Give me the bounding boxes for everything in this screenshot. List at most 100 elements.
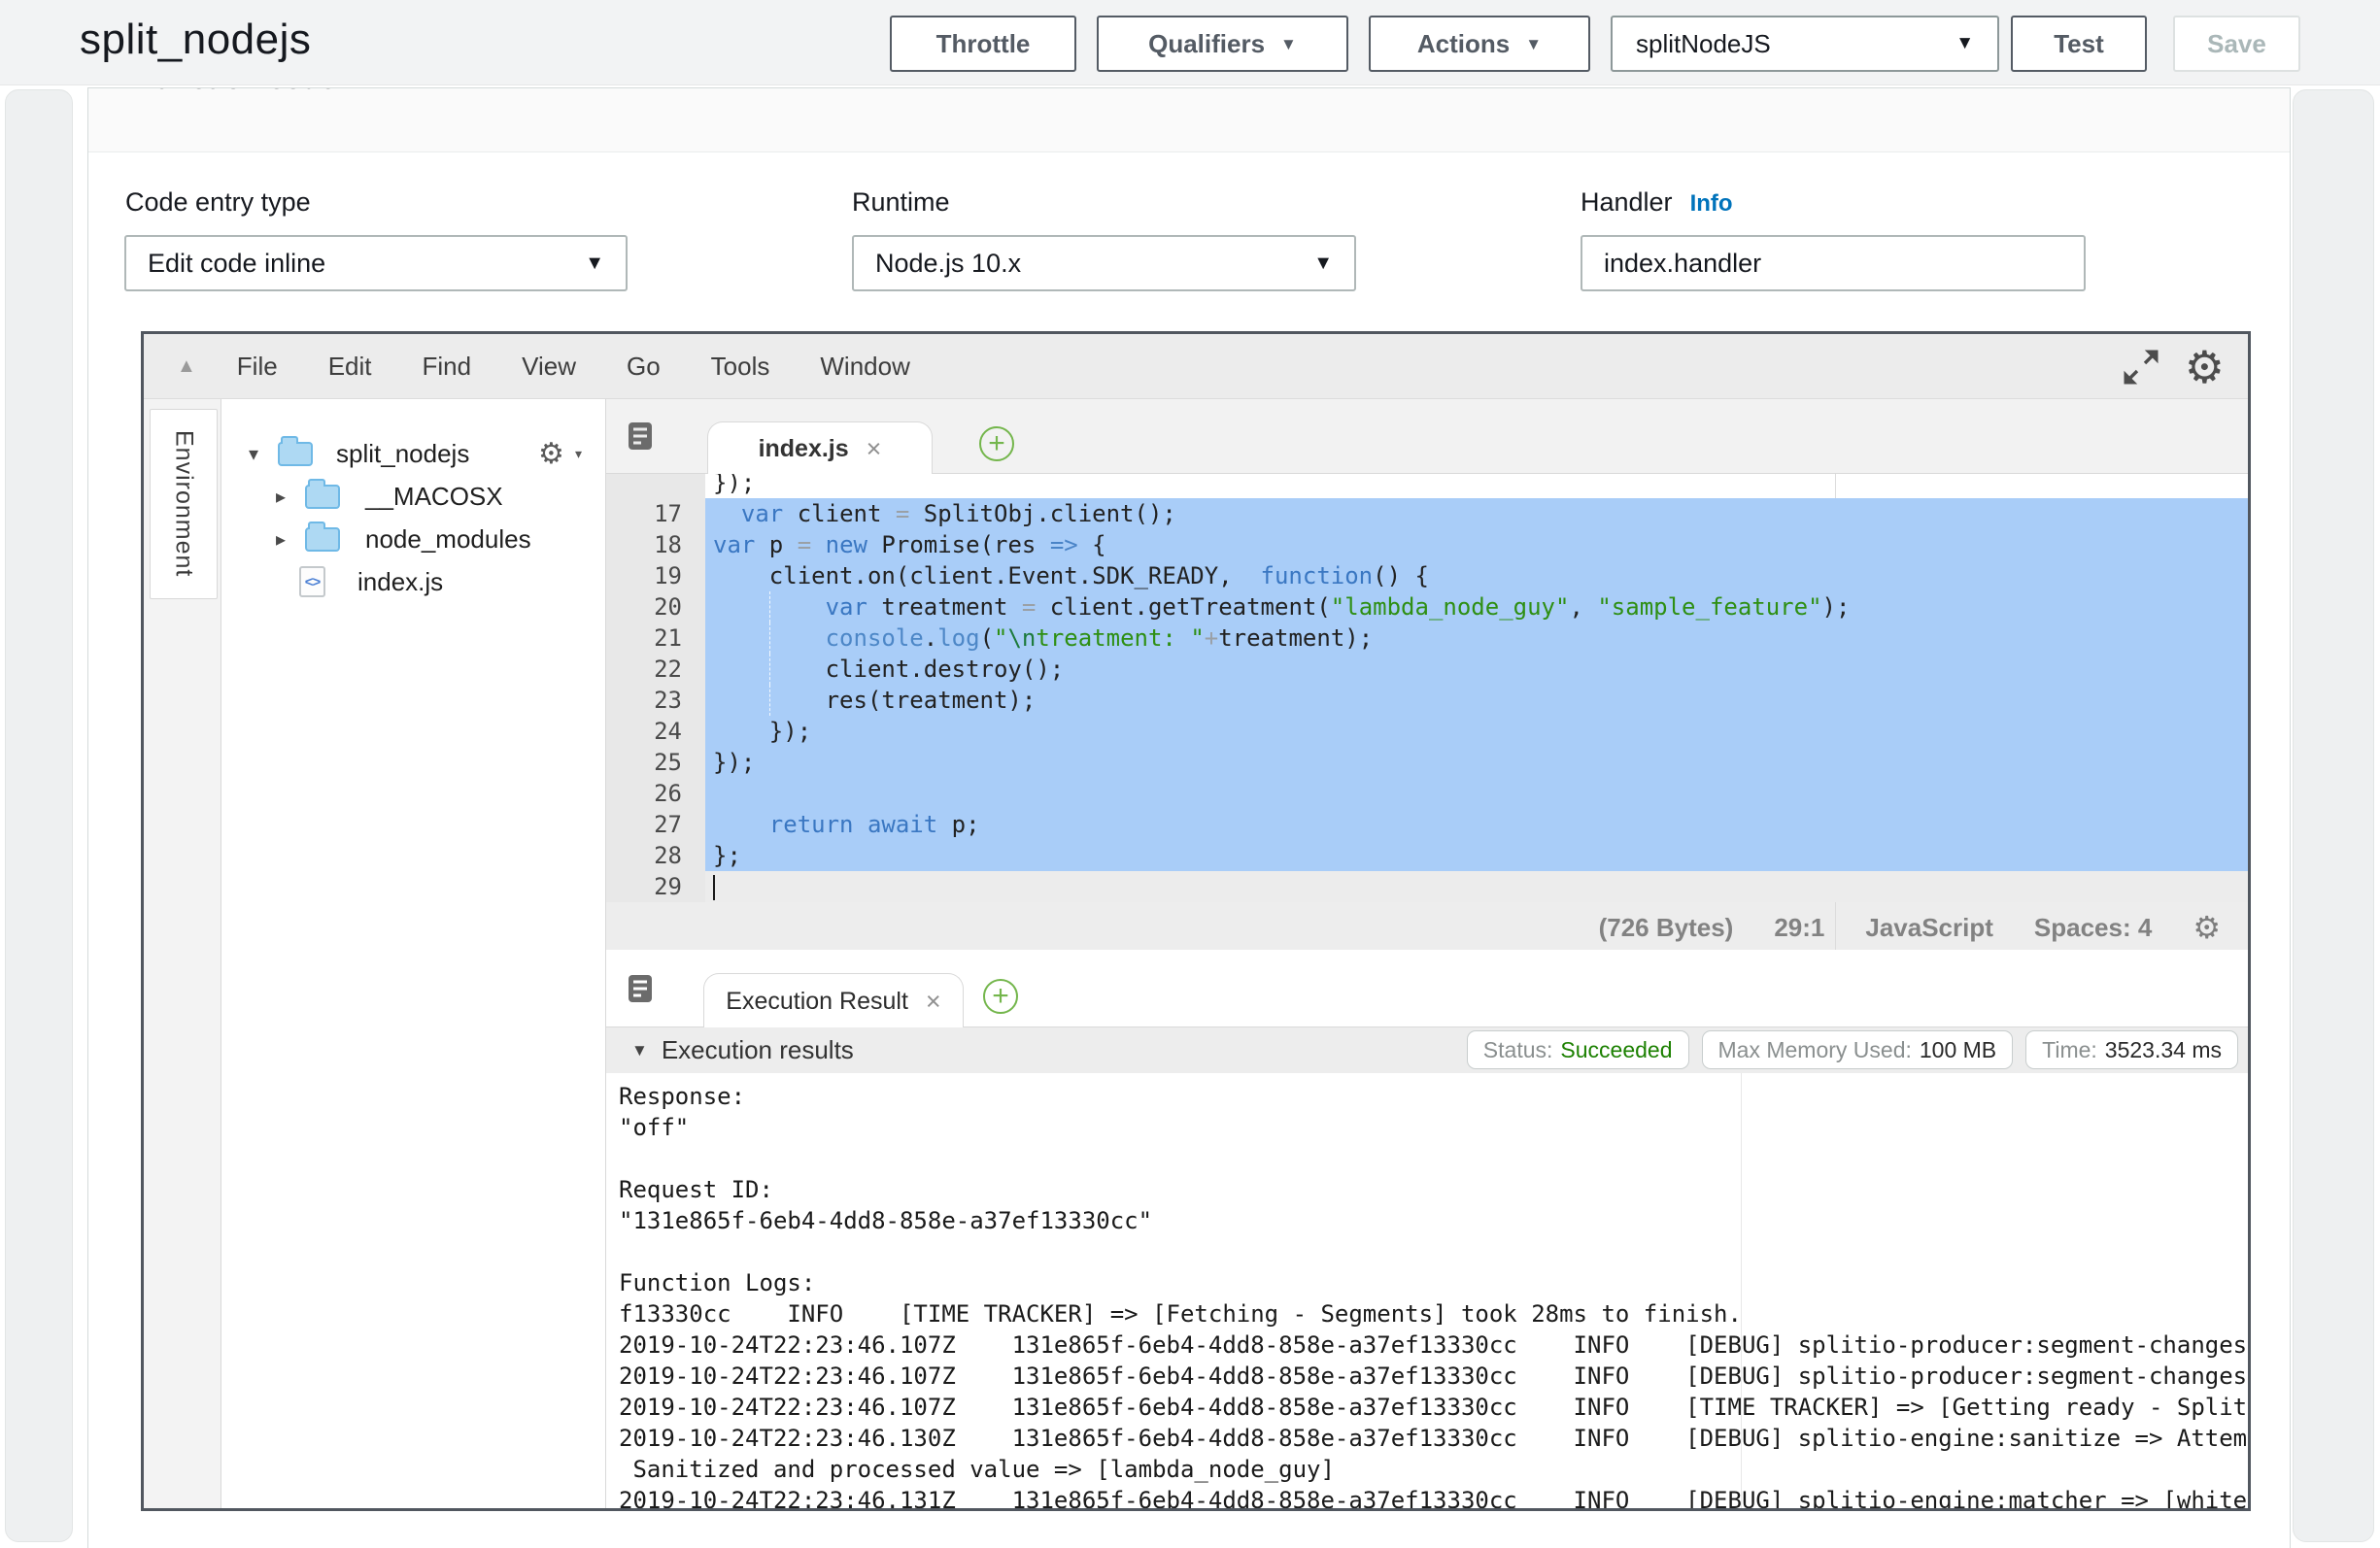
code-line[interactable]: 23 res(treatment);: [606, 685, 2248, 716]
editor-menubar: ▲ File Edit Find View Go Tools Window ⚙: [144, 334, 2248, 399]
caret-down-icon: ▼: [1955, 33, 1974, 54]
card-heading-text: Function code: [137, 88, 336, 100]
new-tab-button[interactable]: +: [979, 426, 1014, 461]
menu-item-find[interactable]: Find: [423, 352, 472, 382]
tree-item-node-modules[interactable]: ▸ node_modules: [221, 518, 605, 560]
function-name-title: split_nodejs: [80, 16, 311, 64]
language-status[interactable]: JavaScript: [1865, 913, 1993, 943]
code-line[interactable]: 27 return await p;: [606, 809, 2248, 840]
menu-item-edit[interactable]: Edit: [328, 352, 372, 382]
right-page-gutter[interactable]: [2293, 89, 2374, 1542]
handler-input[interactable]: index.handler: [1581, 235, 2086, 291]
qualifiers-button[interactable]: Qualifiers ▼: [1097, 16, 1348, 72]
menu-item-tools[interactable]: Tools: [711, 352, 770, 382]
code-line[interactable]: 28};: [606, 840, 2248, 871]
code-line[interactable]: 20 var treatment = client.getTreatment("…: [606, 591, 2248, 623]
code-line[interactable]: });: [606, 474, 2248, 498]
tab-list-icon[interactable]: [626, 973, 657, 1004]
code-entry-type-value: Edit code inline: [148, 249, 325, 279]
menu-item-window[interactable]: Window: [820, 352, 909, 382]
handler-info-link[interactable]: Info: [1690, 190, 1733, 217]
tree-collapse-icon[interactable]: ▸: [276, 485, 286, 509]
tree-expand-icon[interactable]: ▾: [249, 442, 258, 466]
log-line: "131e865f-6eb4-4dd8-858e-a37ef13330cc": [619, 1205, 2248, 1236]
runtime-select[interactable]: Node.js 10.x ▼: [852, 235, 1356, 291]
save-button[interactable]: Save: [2173, 16, 2300, 72]
code-entry-type-select[interactable]: Edit code inline ▼: [124, 235, 628, 291]
tab-execution-result[interactable]: Execution Result ×: [703, 973, 964, 1028]
line-number: 25: [606, 747, 705, 778]
code-line[interactable]: 18var p = new Promise(res => {: [606, 529, 2248, 560]
tab-indexjs[interactable]: index.js ×: [707, 421, 933, 475]
fullscreen-icon[interactable]: [2123, 349, 2159, 386]
code-line[interactable]: 26: [606, 778, 2248, 809]
tab-label: index.js: [759, 435, 849, 463]
line-number: 20: [606, 591, 705, 623]
line-number: 27: [606, 809, 705, 840]
log-line: 2019-10-24T22:23:46.107Z 131e865f-6eb4-4…: [619, 1361, 2248, 1392]
test-event-select-value: splitNodeJS: [1636, 29, 1771, 59]
tree-item-label: split_nodejs: [336, 439, 469, 469]
code-tabbar: index.js × +: [606, 399, 2248, 474]
new-tab-button[interactable]: +: [983, 979, 1018, 1014]
code-line[interactable]: 21 console.log("\ntreatment: "+treatment…: [606, 623, 2248, 654]
close-icon[interactable]: ×: [867, 434, 882, 464]
test-button[interactable]: Test: [2011, 16, 2147, 72]
handler-label: HandlerInfo: [1581, 187, 1733, 218]
line-number: [606, 474, 705, 498]
log-line: [619, 1236, 2248, 1267]
throttle-button[interactable]: Throttle: [890, 16, 1076, 72]
line-number: 28: [606, 840, 705, 871]
code-line[interactable]: 29: [606, 871, 2248, 902]
test-event-select[interactable]: splitNodeJS ▼: [1611, 16, 1999, 72]
badge-label: Time:: [2042, 1037, 2097, 1063]
tree-item-macosx[interactable]: ▸ __MACOSX: [221, 475, 605, 518]
environment-strip: Environment: [144, 399, 221, 1508]
save-button-label: Save: [2207, 29, 2266, 59]
code-entry-type-label: Code entry type: [125, 187, 311, 218]
statusbar-gear-icon[interactable]: ⚙: [2193, 909, 2221, 946]
tree-item-indexjs[interactable]: <> index.js: [221, 560, 605, 603]
line-number: 17: [606, 498, 705, 529]
tree-item-label: node_modules: [365, 524, 531, 555]
badge-value: 100 MB: [1920, 1037, 1996, 1063]
caret-down-icon: ▼: [1525, 36, 1542, 52]
tree-item-label: __MACOSX: [365, 482, 503, 512]
menu-item-view[interactable]: View: [522, 352, 576, 382]
test-button-label: Test: [2054, 29, 2104, 59]
cursor-position-status[interactable]: 29:1: [1774, 913, 1824, 943]
code-line[interactable]: 22 client.destroy();: [606, 654, 2248, 685]
log-line: Request ID:: [619, 1174, 2248, 1205]
menu-item-go[interactable]: Go: [627, 352, 661, 382]
code-area[interactable]: });17 var client = SplitObj.client();18v…: [606, 474, 2248, 950]
log-line: Function Logs:: [619, 1267, 2248, 1298]
code-line[interactable]: 24 });: [606, 716, 2248, 747]
line-number: 19: [606, 560, 705, 591]
line-number: 21: [606, 623, 705, 654]
editor-settings-gear-icon[interactable]: ⚙: [2185, 341, 2225, 393]
log-line: 2019-10-24T22:23:46.107Z 131e865f-6eb4-4…: [619, 1329, 2248, 1361]
memory-badge: Max Memory Used: 100 MB: [1702, 1030, 2014, 1069]
handler-input-value: index.handler: [1604, 249, 1761, 279]
actions-button[interactable]: Actions ▼: [1369, 16, 1590, 72]
execution-results-pane[interactable]: Response:"off" Request ID:"131e865f-6eb4…: [606, 1073, 2248, 1508]
menu-item-file[interactable]: File: [237, 352, 278, 382]
log-line: 2019-10-24T22:23:46.131Z 131e865f-6eb4-4…: [619, 1485, 2248, 1508]
line-number: 24: [606, 716, 705, 747]
tab-list-icon[interactable]: [626, 421, 657, 452]
tree-collapse-icon[interactable]: ▸: [276, 527, 286, 552]
card-heading-info-link[interactable]: Info: [361, 88, 404, 100]
code-line[interactable]: 25});: [606, 747, 2248, 778]
close-icon[interactable]: ×: [926, 987, 941, 1017]
code-line[interactable]: 19 client.on(client.Event.SDK_READY, fun…: [606, 560, 2248, 591]
page-header: split_nodejs Throttle Qualifiers ▼ Actio…: [0, 0, 2380, 85]
indent-status[interactable]: Spaces: 4: [2034, 913, 2152, 943]
code-line[interactable]: 17 var client = SplitObj.client();: [606, 498, 2248, 529]
collapse-up-icon[interactable]: ▲: [177, 355, 196, 378]
results-tabbar: Execution Result × +: [606, 950, 2248, 1027]
log-line: [619, 1143, 2248, 1174]
tree-settings-gear-icon[interactable]: ⚙: [538, 437, 564, 471]
tree-item-root[interactable]: ▾ split_nodejs ⚙ ▾: [221, 432, 605, 475]
environment-tab[interactable]: Environment: [150, 409, 218, 599]
expand-caret-icon[interactable]: ▼: [631, 1041, 648, 1060]
